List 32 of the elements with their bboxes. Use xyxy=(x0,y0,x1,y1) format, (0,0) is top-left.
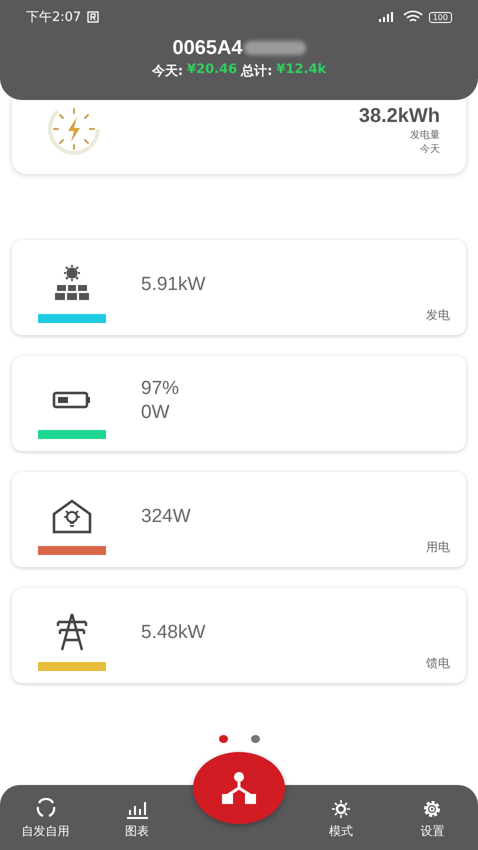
generation-label: 发电量 xyxy=(410,128,440,142)
cycle-icon xyxy=(34,798,58,820)
energy-card[interactable]: 97% 0W xyxy=(12,356,466,451)
power-reading: 324W xyxy=(141,504,191,528)
power-reading: 5.91kW xyxy=(141,272,206,296)
card-label: 用电 xyxy=(426,539,450,556)
energy-card[interactable]: 324W 用电 xyxy=(12,472,466,567)
device-serial: 0065A4 xyxy=(172,36,243,60)
card-label: 馈电 xyxy=(426,655,450,672)
battery-indicator: 100 xyxy=(428,12,452,22)
wifi-icon xyxy=(402,10,423,24)
power-reading: 97% xyxy=(141,376,180,400)
today-earnings: ¥20.46 xyxy=(187,62,238,79)
card-label: 发电 xyxy=(426,307,450,324)
total-earnings: ¥12.4k xyxy=(276,62,326,79)
today-label: 今天: xyxy=(152,63,184,80)
energy-card[interactable]: 5.91kW 发电 xyxy=(12,240,466,335)
power-reading: 5.48kW xyxy=(141,620,206,644)
page-dot[interactable] xyxy=(250,735,260,743)
notification-icon xyxy=(87,11,100,23)
generation-value: 38.2kWh xyxy=(358,104,440,128)
redaction-blur xyxy=(244,41,306,55)
period-label: 今天 xyxy=(420,142,440,156)
total-label: 总计: xyxy=(241,63,272,80)
nav-tab[interactable]: 图表 xyxy=(102,798,172,840)
status-time: 下午2:07 xyxy=(26,9,82,26)
page-dot[interactable] xyxy=(218,735,228,743)
energy-card[interactable]: 5.48kW 馈电 xyxy=(12,588,466,683)
nav-tab[interactable]: 设置 xyxy=(397,798,468,840)
nav-tab[interactable]: 模式 xyxy=(306,798,376,840)
nav-tab[interactable]: 自发自用 xyxy=(10,798,81,840)
power-reading: 0W xyxy=(141,400,170,424)
